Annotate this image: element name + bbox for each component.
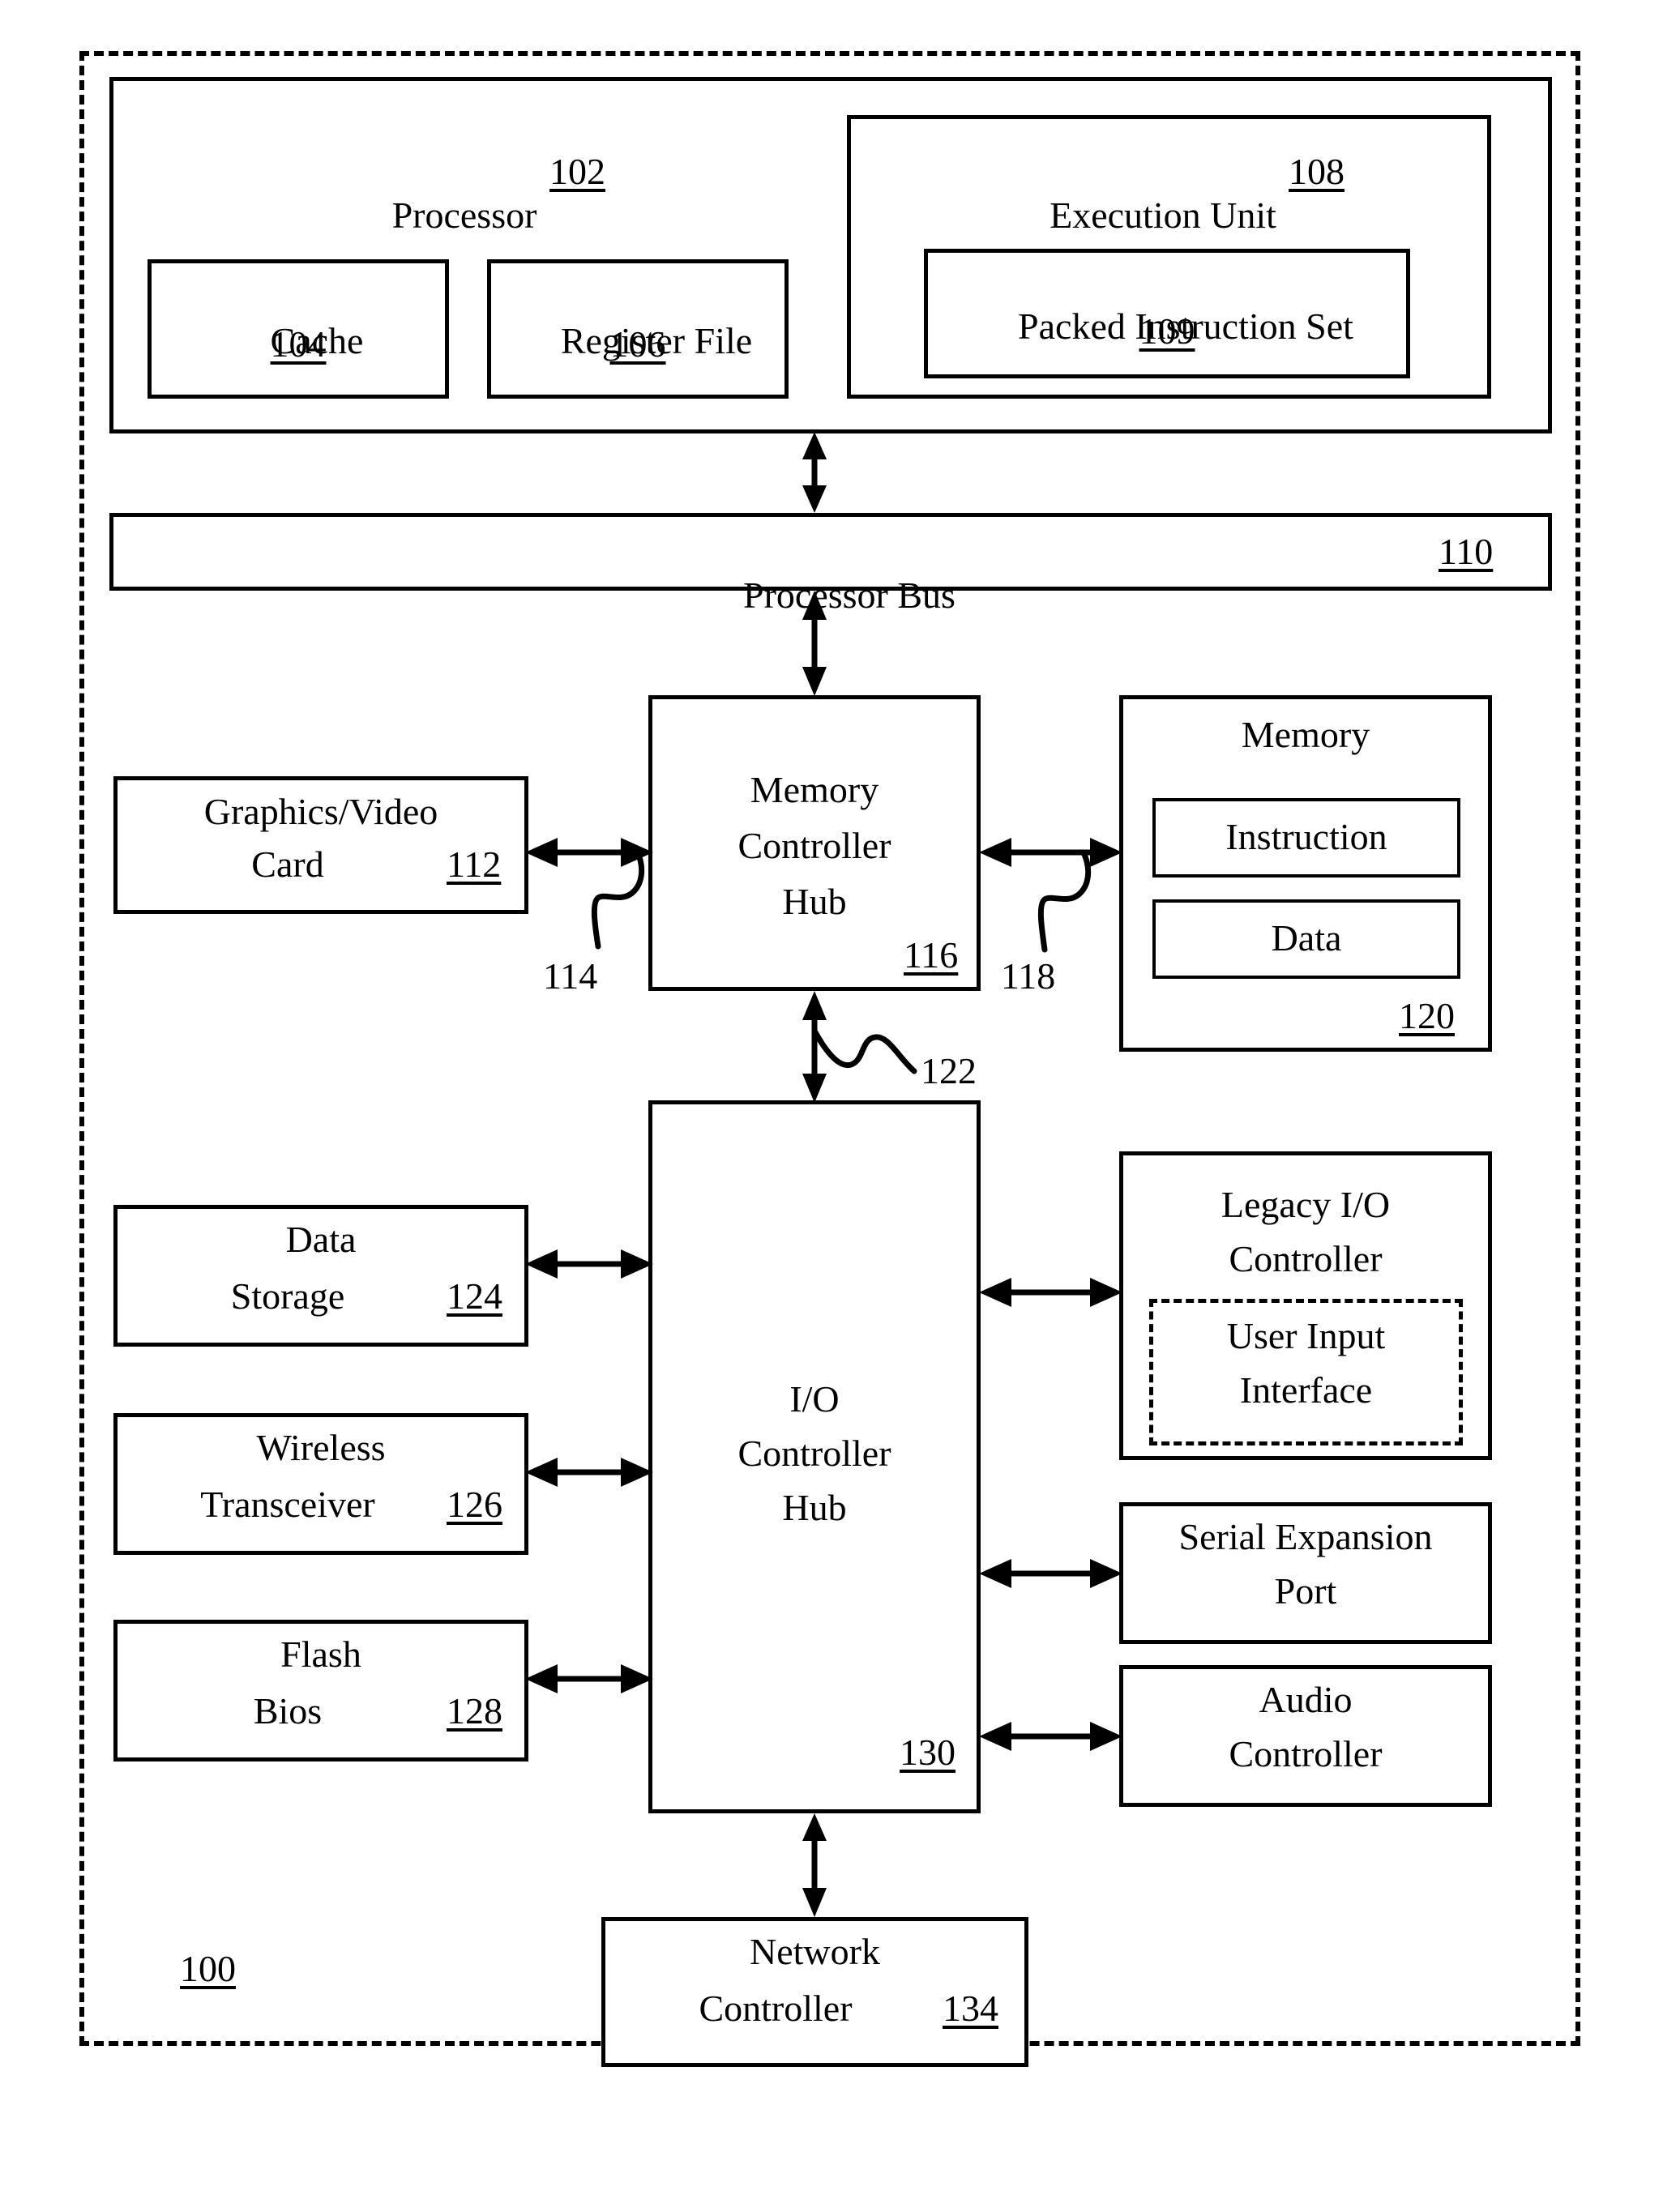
processor-title-text: Processor <box>391 194 537 237</box>
ich-label2: Controller <box>648 1432 981 1475</box>
graphics-card-line2-text: Card <box>251 843 324 885</box>
arrow-flash-bios-to-ich <box>525 1655 653 1703</box>
cache-ref-104: 104 <box>270 323 327 365</box>
lead-line-118 <box>1009 849 1106 963</box>
ich-ref-130: 130 <box>900 1732 955 1773</box>
serial-port-line2-text: Port <box>1274 1570 1337 1612</box>
graphics-card-line1-text: Graphics/Video <box>203 791 438 832</box>
data-storage-ref-124: 124 <box>447 1275 502 1317</box>
network-controller-line2-text: Controller <box>699 1988 853 2029</box>
arrow-processor-to-bus <box>790 432 839 513</box>
mch-line3: Hub <box>782 881 847 922</box>
serial-port-line2: Port <box>1119 1569 1492 1613</box>
lead-line-122 <box>812 1021 926 1086</box>
serial-port-line1: Serial Expansion <box>1119 1515 1492 1559</box>
legacy-io-line1: Legacy I/O <box>1119 1183 1492 1227</box>
arrow-bus-to-mch <box>790 591 839 696</box>
network-controller-line1-text: Network <box>750 1931 880 1972</box>
memory-instruction-text: Instruction <box>1225 816 1387 857</box>
audio-controller-line2: Controller <box>1119 1732 1492 1776</box>
memory-controller-hub-label2: Controller <box>648 824 981 868</box>
memory-title-text: Memory <box>1241 714 1370 755</box>
wireless-line2: Transceiver <box>113 1483 462 1527</box>
data-storage-line2-text: Storage <box>230 1275 345 1317</box>
legacy-io-line2-text: Controller <box>1229 1238 1383 1279</box>
ich-line2-text: Controller <box>737 1433 891 1474</box>
audio-controller-line2-text: Controller <box>1229 1733 1383 1774</box>
processor-ref-102: 102 <box>549 151 605 192</box>
graphics-card-line1: Graphics/Video <box>113 790 528 834</box>
mch-ref-116: 116 <box>904 934 959 976</box>
graphics-card-line2: Card <box>113 843 462 886</box>
flash-bios-line2-text: Bios <box>253 1690 323 1732</box>
execution-unit-ref-108: 108 <box>1289 151 1345 192</box>
arrow-wireless-to-ich <box>525 1448 653 1497</box>
memory-ref-120: 120 <box>1399 995 1455 1036</box>
wireless-line1: Wireless <box>113 1426 528 1470</box>
memory-title: Memory <box>1119 713 1492 757</box>
ich-line3-text: Hub <box>782 1487 847 1528</box>
data-storage-line2: Storage <box>113 1275 462 1318</box>
user-input-line1: User Input <box>1149 1314 1463 1358</box>
lead-118-label: 118 <box>1001 955 1056 997</box>
lead-line-114 <box>551 846 656 959</box>
user-input-line1-text: User Input <box>1226 1315 1386 1356</box>
legacy-io-line2: Controller <box>1119 1237 1492 1281</box>
execution-unit-title-text: Execution Unit <box>1050 194 1276 237</box>
arrow-data-storage-to-ich <box>525 1240 653 1288</box>
ich-label1: I/O <box>648 1377 981 1421</box>
ich-line1-text: I/O <box>789 1378 840 1420</box>
network-controller-line1: Network <box>601 1930 1028 1974</box>
data-storage-line1: Data <box>113 1218 528 1262</box>
network-controller-ref-134: 134 <box>943 1988 998 2029</box>
mch-line1: Memory <box>750 769 879 810</box>
flash-bios-line2: Bios <box>113 1689 462 1733</box>
wireless-ref-126: 126 <box>447 1484 502 1525</box>
flash-bios-line1: Flash <box>113 1633 528 1676</box>
arrow-ich-to-network-controller <box>790 1813 839 1917</box>
arrow-ich-to-audio-controller <box>979 1712 1122 1761</box>
packed-instruction-set-ref-109: 109 <box>1139 310 1195 352</box>
flash-bios-ref-128: 128 <box>447 1690 502 1732</box>
flash-bios-line1-text: Flash <box>280 1633 361 1675</box>
register-file-ref-106: 106 <box>609 323 666 365</box>
memory-controller-hub-label: Memory <box>648 768 981 812</box>
patent-figure-canvas: 100 Processor 102 Cache 104 Register Fil… <box>0 0 1663 2212</box>
network-controller-line2: Controller <box>601 1987 950 2031</box>
processor-bus-ref-110: 110 <box>1439 531 1494 572</box>
audio-controller-line1: Audio <box>1119 1678 1492 1722</box>
lead-114-label: 114 <box>543 955 598 997</box>
ich-label3: Hub <box>648 1486 981 1530</box>
wireless-line1-text: Wireless <box>256 1427 386 1468</box>
wireless-line2-text: Transceiver <box>200 1484 375 1525</box>
user-input-line2: Interface <box>1149 1369 1463 1412</box>
serial-port-line1-text: Serial Expansion <box>1178 1516 1433 1557</box>
user-input-line2-text: Interface <box>1239 1369 1373 1411</box>
processor-bus-label-text: Processor Bus <box>743 574 955 617</box>
memory-controller-hub-label3: Hub <box>648 880 981 924</box>
data-storage-line1-text: Data <box>285 1219 357 1260</box>
arrow-ich-to-legacy-io <box>979 1268 1122 1317</box>
memory-data-text: Data <box>1271 917 1342 959</box>
memory-data-label: Data <box>1152 916 1460 960</box>
system-ref-100: 100 <box>180 1948 236 1989</box>
arrow-ich-to-serial-port <box>979 1549 1122 1598</box>
legacy-io-line1-text: Legacy I/O <box>1221 1184 1391 1225</box>
memory-instruction-label: Instruction <box>1152 815 1460 859</box>
audio-controller-line1-text: Audio <box>1259 1679 1353 1720</box>
lead-122-label: 122 <box>921 1050 977 1091</box>
graphics-card-ref-112: 112 <box>447 843 502 885</box>
mch-line2: Controller <box>737 825 891 866</box>
